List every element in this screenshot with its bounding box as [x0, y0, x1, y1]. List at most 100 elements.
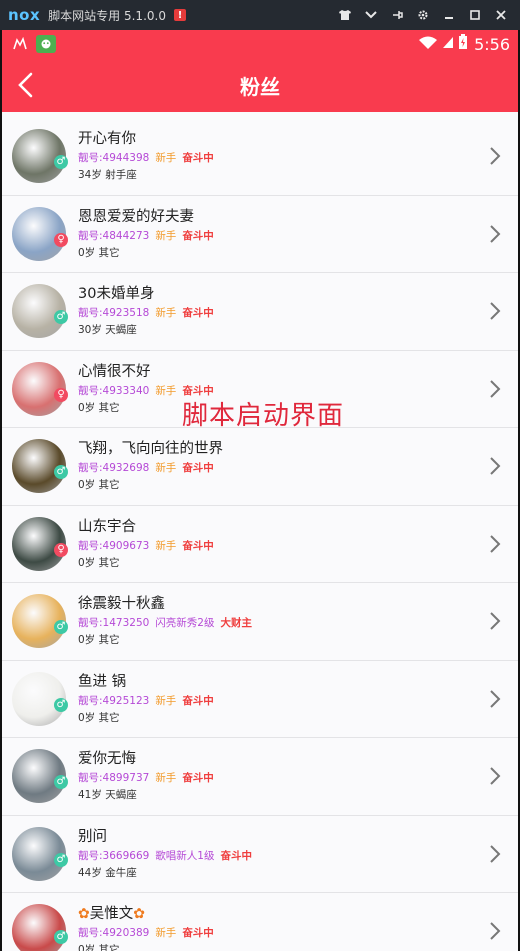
fan-meta: 靓号:1473250 闪亮新秀2级 大财主: [78, 615, 488, 631]
fan-meta: 靓号:4844273 新手 奋斗中: [78, 228, 488, 244]
fan-level-tag: 新手: [155, 229, 177, 242]
fan-info: 别问 靓号:3669669 歌唱新人1级 奋斗中 44岁 金牛座: [78, 827, 488, 881]
fan-id: 靓号:1473250: [78, 617, 150, 630]
avatar[interactable]: ♂: [12, 129, 68, 184]
flower-icon: ✿: [133, 906, 145, 923]
avatar[interactable]: ♂: [12, 671, 68, 726]
fan-meta: 靓号:4899737 新手 奋斗中: [78, 770, 488, 786]
avatar[interactable]: ♂: [12, 749, 68, 804]
gear-icon[interactable]: [412, 5, 434, 25]
fan-level-tag: 新手: [155, 307, 177, 320]
avatar[interactable]: ♂: [12, 594, 68, 649]
nox-logo: nox: [8, 6, 41, 24]
fan-age-sign: 0岁 其它: [78, 556, 120, 569]
pin-icon[interactable]: [386, 5, 408, 25]
fan-info: 开心有你 靓号:4944398 新手 奋斗中 34岁 射手座: [78, 129, 488, 183]
fan-level-tag: 歌唱新人1级: [155, 849, 215, 862]
chevron-right-icon[interactable]: [488, 379, 502, 399]
fan-list: ♂ 开心有你 靓号:4944398 新手 奋斗中 34岁 射手座 ♀ 恩恩爱爱的好夫妻 靓号:4…: [2, 112, 518, 951]
fan-row[interactable]: ♂ 别问 靓号:3669669 歌唱新人1级 奋斗中 44岁 金牛座: [2, 816, 518, 893]
avatar[interactable]: ♂: [12, 439, 68, 494]
chevron-right-icon[interactable]: [488, 224, 502, 244]
fan-info: 徐震毅十秋鑫 靓号:1473250 闪亮新秀2级 大财主 0岁 其它: [78, 594, 488, 648]
female-icon: ♀: [54, 387, 68, 402]
page-title: 粉丝: [240, 74, 280, 99]
male-icon: ♂: [54, 775, 68, 790]
chevron-right-icon[interactable]: [488, 689, 502, 709]
fan-age-sign: 0岁 其它: [78, 246, 120, 259]
alert-badge[interactable]: !: [173, 9, 186, 21]
female-icon: ♀: [54, 232, 68, 247]
fan-age-sign: 0岁 其它: [78, 479, 120, 492]
fan-name: 30未婚单身: [78, 286, 155, 303]
fan-meta: 靓号:4932698 新手 奋斗中: [78, 460, 488, 476]
fan-age-sign: 30岁 天蝎座: [78, 324, 137, 337]
fan-status-tag: 奋斗中: [220, 849, 253, 862]
maximize-icon[interactable]: [464, 5, 486, 25]
fan-meta: 靓号:4944398 新手 奋斗中: [78, 150, 488, 166]
minimize-icon[interactable]: [438, 5, 460, 25]
chevron-right-icon[interactable]: [488, 534, 502, 554]
fan-row[interactable]: ♂ 徐震毅十秋鑫 靓号:1473250 闪亮新秀2级 大财主 0岁 其它: [2, 583, 518, 661]
phone-screen: 5:56 粉丝 ♂ 开心有你 靓号:4944398 新手 奋斗中 34岁 射手座 ♀ 恩恩爱爱…: [2, 30, 518, 951]
fan-row[interactable]: ♀ 山东宇合靓号:4909673 新手 奋斗中 0岁 其它: [2, 506, 518, 583]
fan-row[interactable]: ♂ ✿吴惟文✿ 靓号:4920389 新手 奋斗中 0岁 其它: [2, 893, 518, 951]
fan-name: 山东宇合: [78, 518, 136, 535]
fan-name: 鱼进 锅: [78, 673, 127, 690]
chevron-left-icon: [18, 72, 33, 98]
fan-id: 靓号:3669669: [78, 849, 150, 862]
chevron-right-icon[interactable]: [488, 766, 502, 786]
fan-name-text: 吴惟文: [89, 906, 134, 923]
fan-status-tag: 奋斗中: [182, 152, 214, 165]
fan-level-tag: 新手: [155, 927, 177, 940]
male-icon: ♂: [54, 465, 68, 480]
fan-info: 鱼进 锅靓号:4925123 新手 奋斗中 0岁 其它: [78, 672, 488, 726]
male-icon: ♂: [54, 620, 68, 635]
fan-status-tag: 奋斗中: [182, 927, 214, 940]
fan-meta: 靓号:4909673 新手 奋斗中: [78, 538, 488, 554]
fan-level-tag: 新手: [155, 384, 177, 397]
back-button[interactable]: [14, 72, 40, 98]
chevron-right-icon[interactable]: [488, 456, 502, 476]
fan-info: 飞翔，飞向向往的世界 靓号:4932698 新手 奋斗中 0岁 其它: [78, 439, 488, 493]
fan-row[interactable]: ♂ 鱼进 锅靓号:4925123 新手 奋斗中 0岁 其它: [2, 661, 518, 738]
chevron-right-icon[interactable]: [488, 921, 502, 941]
chevron-down-icon[interactable]: [360, 5, 382, 25]
chevron-right-icon[interactable]: [488, 146, 502, 166]
fan-row[interactable]: ♂ 30未婚单身靓号:4923518 新手 奋斗中 30岁 天蝎座: [2, 273, 518, 351]
fan-name: ✿吴惟文✿: [78, 904, 488, 924]
avatar[interactable]: ♀: [12, 206, 68, 261]
fan-level-tag: 新手: [155, 539, 177, 552]
flower-icon: ✿: [78, 906, 90, 923]
fan-meta: 靓号:4925123 新手 奋斗中: [78, 693, 488, 709]
wifi-icon: [418, 35, 438, 53]
overlay-caption: 脚本启动界面: [182, 401, 345, 431]
chevron-right-icon[interactable]: [488, 844, 502, 864]
fan-name: 恩恩爱爱的好夫妻: [78, 208, 194, 225]
fan-row[interactable]: ♂ 爱你无悔 靓号:4899737 新手 奋斗中 41岁 天蝎座: [2, 738, 518, 816]
fan-id: 靓号:4844273: [78, 229, 150, 242]
chevron-right-icon[interactable]: [488, 301, 502, 321]
fan-name: 开心有你: [78, 131, 136, 148]
fan-info: 山东宇合靓号:4909673 新手 奋斗中 0岁 其它: [78, 517, 488, 571]
avatar[interactable]: ♂: [12, 284, 68, 339]
male-icon: ♂: [54, 852, 68, 867]
fan-status-tag: 奋斗中: [182, 229, 214, 242]
avatar[interactable]: ♀: [12, 516, 68, 571]
fan-name: 爱你无悔: [78, 751, 136, 768]
app-icon: [10, 35, 30, 53]
fan-id: 靓号:4944398: [78, 152, 150, 165]
close-icon[interactable]: [490, 5, 512, 25]
male-icon: ♂: [54, 930, 68, 945]
fan-row[interactable]: ♀ 恩恩爱爱的好夫妻靓号:4844273 新手 奋斗中 0岁 其它: [2, 196, 518, 273]
emulator-title: 脚本网站专用 5.1.0.0: [48, 8, 166, 23]
shirt-icon[interactable]: [334, 5, 356, 25]
fan-id: 靓号:4932698: [78, 462, 150, 475]
avatar[interactable]: ♀: [12, 361, 68, 416]
chevron-right-icon[interactable]: [488, 611, 502, 631]
avatar[interactable]: ♂: [12, 904, 68, 951]
avatar[interactable]: ♂: [12, 826, 68, 881]
fan-meta: 靓号:4923518 新手 奋斗中: [78, 305, 488, 321]
fan-row[interactable]: ♂ 开心有你 靓号:4944398 新手 奋斗中 34岁 射手座: [2, 118, 518, 196]
fan-row[interactable]: ♂ 飞翔，飞向向往的世界 靓号:4932698 新手 奋斗中 0岁 其它: [2, 428, 518, 506]
